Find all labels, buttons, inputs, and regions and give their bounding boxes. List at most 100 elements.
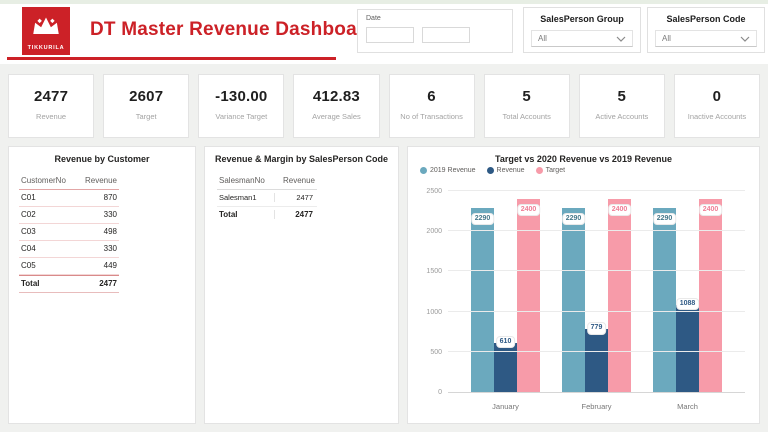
main-row: Revenue by Customer CustomerNoRevenueC01…	[8, 146, 760, 424]
total-label: Total	[21, 279, 40, 288]
bar-2019-revenue-january[interactable]: 2290	[471, 208, 494, 392]
salesperson-group-value: All	[538, 34, 547, 43]
salesperson-code-value: All	[662, 34, 671, 43]
legend-dot	[536, 167, 543, 174]
bar-target-march[interactable]: 2400	[699, 199, 722, 392]
row-value: 330	[104, 210, 117, 219]
chart-plot: 2290610240022907792400229010882400 05001…	[448, 191, 745, 393]
gridline	[448, 230, 745, 231]
table-total-row: Total2477	[217, 207, 317, 223]
legend-label: 2019 Revenue	[430, 167, 476, 174]
legend-dot	[420, 167, 427, 174]
kpi-label: Revenue	[9, 112, 93, 121]
table-row[interactable]: C03498	[19, 224, 119, 241]
chart-x-axis: January February March	[448, 402, 745, 411]
x-axis-label-february: February	[562, 402, 631, 411]
table-row[interactable]: C05449	[19, 258, 119, 275]
chart-title: Target vs 2020 Revenue vs 2019 Revenue	[408, 154, 759, 164]
legend-label: Target	[546, 167, 565, 174]
kpi-label: Active Accounts	[580, 112, 664, 121]
salesperson-code-dropdown[interactable]: All	[655, 30, 757, 47]
y-axis-tick-label: 1000	[426, 309, 442, 316]
kpi-card-total-accounts: 5Total Accounts	[484, 74, 570, 138]
legend-dot	[487, 167, 494, 174]
row-key: C01	[21, 193, 36, 202]
y-axis-tick-label: 2500	[426, 188, 442, 195]
salesperson-group-dropdown[interactable]: All	[531, 30, 633, 47]
kpi-card-inactive-accounts: 0 Inactive Accounts	[674, 74, 760, 138]
kpi-value: -130.00	[199, 88, 283, 105]
gridline	[448, 311, 745, 312]
table-row[interactable]: C02 330	[19, 207, 119, 224]
revenue-by-salesperson-table: SalesmanNoRevenueSalesman12477Total2477	[217, 173, 317, 223]
revenue-by-salesperson-panel: Revenue & Margin by SalesPerson Code Sal…	[204, 146, 399, 424]
crown-icon	[31, 14, 61, 36]
row-value: 449	[104, 261, 117, 270]
chevron-down-icon	[740, 36, 750, 42]
bar-data-label: 610	[496, 336, 516, 348]
title-underline	[7, 57, 336, 60]
kpi-value: 6	[390, 88, 474, 105]
kpi-label: No of Transactions	[390, 112, 474, 121]
kpi-value: 412.83	[294, 88, 378, 105]
bar-data-label: 2400	[608, 204, 632, 216]
row-value: 2477	[274, 193, 315, 202]
revenue-by-customer-title: Revenue by Customer	[9, 154, 195, 164]
legend-item-2019-revenue[interactable]: 2019 Revenue	[420, 167, 476, 174]
column-header: Revenue	[85, 176, 117, 185]
date-end-input[interactable]	[422, 27, 470, 43]
gridline	[448, 190, 745, 191]
bar-group-january: 2290 610 2400	[471, 191, 540, 392]
row-key: C02	[21, 210, 36, 219]
date-filter-label: Date	[366, 15, 504, 22]
row-key: C04	[21, 244, 36, 253]
table-row[interactable]: C04330	[19, 241, 119, 258]
gridline	[448, 351, 745, 352]
table-row[interactable]: Salesman12477	[217, 190, 317, 207]
legend-label: Revenue	[497, 167, 525, 174]
tikkurila-logo: TIKKURILA	[22, 7, 70, 55]
bar-target-february[interactable]: 2400	[608, 199, 631, 392]
row-value: 870	[104, 193, 117, 202]
date-start-input[interactable]	[366, 27, 414, 43]
legend-item-target[interactable]: Target	[536, 167, 565, 174]
bar-2019-revenue-february[interactable]: 2290	[562, 208, 585, 392]
salesperson-group-filter: SalesPerson Group All	[523, 7, 641, 53]
column-header: SalesmanNo	[219, 176, 275, 185]
x-axis-label-january: January	[471, 402, 540, 411]
revenue-by-customer-table: CustomerNoRevenueC01870C02330C03498C0433…	[19, 173, 119, 293]
gridline	[448, 270, 745, 271]
salesperson-code-filter: SalesPerson Code All	[647, 7, 765, 53]
bar-revenue-february[interactable]: 779	[585, 329, 608, 392]
kpi-label: Target	[104, 112, 188, 121]
table-total-row: Total 2477	[19, 275, 119, 293]
kpi-label: Inactive Accounts	[675, 112, 759, 121]
y-axis-tick-label: 1500	[426, 268, 442, 275]
table-header-row: SalesmanNo Revenue	[217, 173, 317, 190]
x-axis-label-march: March	[653, 402, 722, 411]
column-header: Revenue	[283, 176, 315, 185]
bar-2019-revenue-march[interactable]: 2290	[653, 208, 676, 392]
y-axis-tick-label: 500	[430, 349, 442, 356]
bar-data-label: 2400	[699, 204, 723, 216]
bar-revenue-march[interactable]: 1088	[676, 305, 699, 392]
y-axis-tick-label: 0	[438, 389, 442, 396]
legend-item-revenue[interactable]: Revenue	[487, 167, 525, 174]
chart-legend: 2019 Revenue Revenue Target	[420, 167, 565, 174]
total-value: 2477	[99, 279, 117, 288]
bar-data-label: 2290	[471, 213, 495, 225]
table-row[interactable]: C01 870	[19, 190, 119, 207]
kpi-card-variance-target: -130.00Variance Target	[198, 74, 284, 138]
row-key: C03	[21, 227, 36, 236]
kpi-row: 2477Revenue2607Target-130.00Variance Tar…	[8, 74, 760, 138]
page-title: DT Master Revenue Dashboard	[90, 19, 376, 41]
kpi-card-no-of-transactions: 6 No of Transactions	[389, 74, 475, 138]
kpi-value: 0	[675, 88, 759, 105]
bar-group-march: 22901088 2400	[653, 191, 722, 392]
kpi-card-target: 2607Target	[103, 74, 189, 138]
bar-target-january[interactable]: 2400	[517, 199, 540, 392]
kpi-card-active-accounts: 5Active Accounts	[579, 74, 665, 138]
kpi-value: 5	[485, 88, 569, 105]
row-key: Salesman1	[219, 193, 274, 202]
bar-data-label: 2400	[517, 204, 541, 216]
